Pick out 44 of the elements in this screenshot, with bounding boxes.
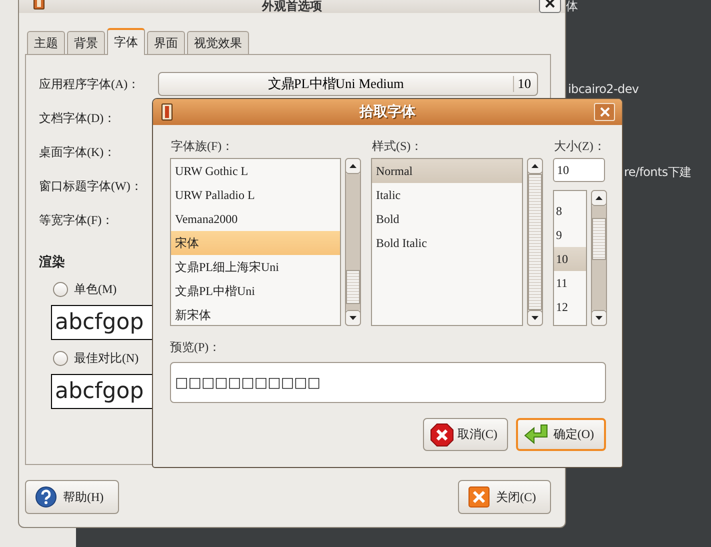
list-label: 样式(S)： [370,138,424,154]
font-button[interactable]: 文鼎PL中楷Uni Medium 10 [158,72,538,96]
close-button[interactable]: 关闭(C) [458,480,551,514]
ok-button[interactable]: 确定(O) [516,418,606,451]
font-label: 窗口标题字体(W)： [39,178,144,194]
tab[interactable]: 界面 [147,31,185,54]
list-item[interactable]: Bold Italic [372,231,522,255]
window-title: 外观首选项 [262,0,322,13]
list-item[interactable]: 8 [554,199,586,223]
preview-field[interactable]: □□□□□□□□□□□ [170,362,606,403]
list-item[interactable]: 宋体 [171,231,340,255]
radio-label[interactable]: 最佳对比(N) [74,346,139,370]
terminal-text: re/fonts下建 [624,164,692,181]
font-label: 应用程序字体(A)： [39,76,141,92]
list-item[interactable]: 文鼎PL中楷Uni [171,279,340,303]
list-label: 大小(Z)： [553,138,606,154]
tab[interactable]: 背景 [67,31,105,54]
list-item[interactable]: Italic [372,183,522,207]
dialog-title: 拾取字体 [360,103,416,121]
terminal-text: ibcairo2-dev [568,82,639,96]
list-item[interactable]: 12 [554,295,586,319]
preview-label: 预览(P)： [170,338,222,356]
tab[interactable]: 字体 [107,28,145,55]
list-item[interactable]: URW Gothic L [171,159,340,183]
help-button[interactable]: 帮助(H) [25,480,119,514]
tab[interactable]: 视觉效果 [187,31,249,54]
list-item[interactable]: Normal [372,159,522,183]
terminal-text: 体 [566,0,578,15]
list-item[interactable]: 9 [554,223,586,247]
section-heading: 渲染 [39,254,65,271]
list-item[interactable]: URW Palladio L [171,183,340,207]
size-field[interactable]: 10 [553,158,605,182]
list-item[interactable]: 文鼎PL细上海宋Uni [171,255,340,279]
font-label: 等宽字体(F)： [39,212,115,228]
cancel-button[interactable]: 取消(C) [423,418,508,451]
list-item[interactable]: Bold [372,207,522,231]
list-item[interactable]: 11 [554,271,586,295]
list-label: 字体族(F)： [170,138,235,154]
radio-label[interactable]: 单色(M) [74,277,117,301]
list-item[interactable]: 10 [554,247,586,271]
list-item[interactable]: Vemana2000 [171,207,340,231]
tab[interactable]: 主题 [27,31,65,54]
font-label: 桌面字体(K)： [39,144,117,160]
font-label: 文档字体(D)： [39,110,117,126]
